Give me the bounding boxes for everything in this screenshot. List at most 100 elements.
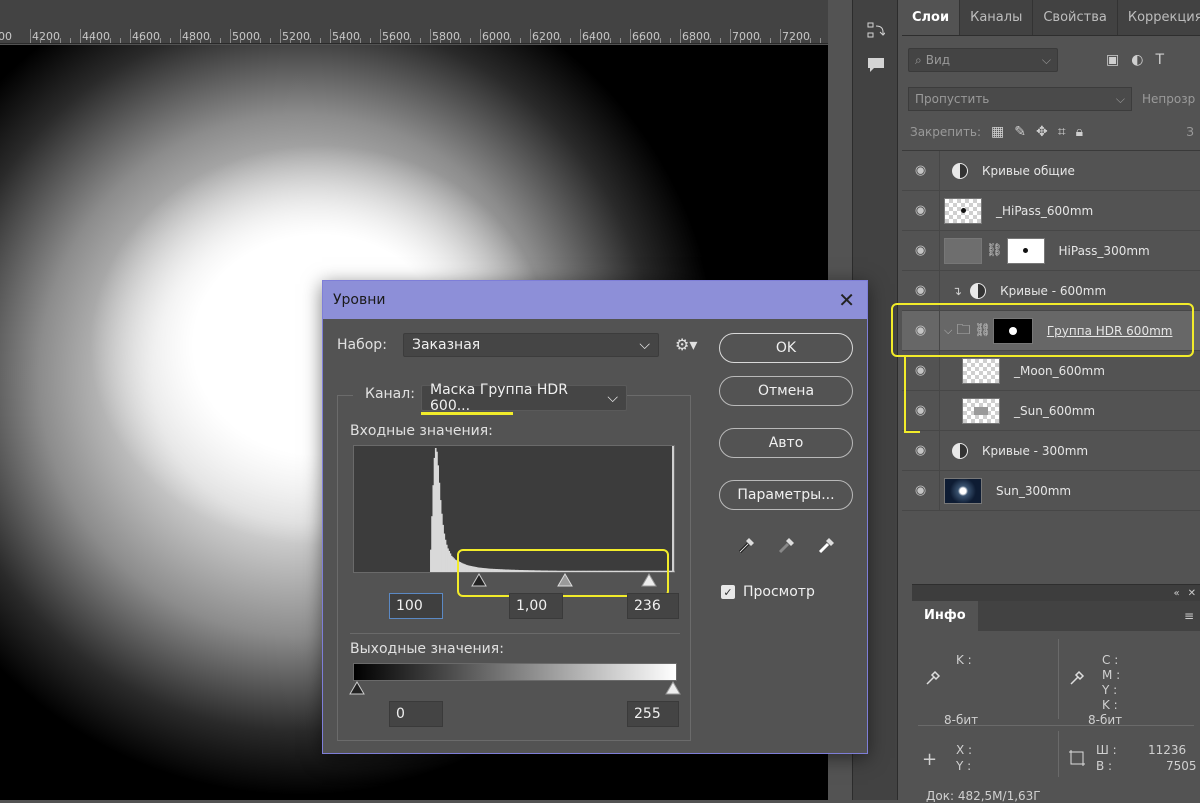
preview-toggle[interactable]: ✓ Просмотр (721, 584, 815, 600)
visibility-eye-icon[interactable]: ◉ (902, 150, 940, 191)
ruler-tick (780, 29, 781, 43)
gray-point-eyedropper-icon[interactable] (777, 535, 797, 555)
layer-row[interactable]: ◉ _HiPass_600mm (902, 190, 1200, 231)
lock-artboard-icon[interactable]: ⌗ (1058, 124, 1066, 140)
ruler-tick (280, 29, 281, 43)
output-white-slider[interactable] (665, 681, 681, 695)
ruler-minor-tick (670, 38, 671, 43)
group-mask-thumbnail[interactable] (992, 317, 1033, 344)
histogram-graph (430, 446, 675, 572)
channel-select[interactable]: Маска Группа HDR 600... ⌵ (421, 382, 627, 414)
layer-row[interactable]: ◉ ↴ Кривые - 600mm (902, 270, 1200, 311)
ruler-tick (130, 29, 131, 43)
ruler-tick-label: 6800 (682, 30, 710, 43)
options-button[interactable]: Параметры... (719, 480, 853, 510)
tab-properties[interactable]: Свойства (1033, 0, 1118, 35)
ruler-minor-tick (800, 38, 801, 43)
tab-adjustments[interactable]: Коррекция (1118, 0, 1200, 35)
lock-all-icon[interactable]: 🔒︎ (1076, 124, 1083, 140)
output-black-field[interactable]: 0 (389, 701, 443, 727)
preview-checkbox[interactable]: ✓ (721, 585, 735, 599)
collapse-icon[interactable]: « (1173, 588, 1179, 599)
cancel-button[interactable]: Отмена (719, 376, 853, 406)
link-chain-icon[interactable]: ⛓ (986, 243, 1003, 258)
layer-thumbnail (962, 397, 1000, 424)
ok-button[interactable]: OK (719, 333, 853, 363)
image-filter-icon[interactable]: ▣ (1106, 52, 1119, 68)
layer-row[interactable]: ◉ Кривые общие (902, 150, 1200, 191)
ruler-minor-tick (40, 38, 41, 43)
layer-filter-select[interactable]: ⌕ Вид ⌵ (908, 48, 1058, 72)
ruler-minor-tick (220, 38, 221, 43)
ruler-tick-label: 4400 (82, 30, 110, 43)
link-chain-icon[interactable]: ⛓ (974, 323, 991, 338)
chevron-down-icon[interactable]: ⌵ (944, 324, 952, 338)
history-icon[interactable] (853, 16, 899, 46)
lock-label: Закрепить: (910, 125, 982, 139)
ruler-minor-tick (270, 38, 271, 43)
input-white-slider[interactable] (641, 573, 657, 587)
ruler-minor-tick (590, 38, 591, 43)
ruler-tick-label: 4600 (132, 30, 160, 43)
black-point-eyedropper-icon[interactable] (737, 535, 757, 555)
layer-group-row[interactable]: ◉ ⌵ 🗀 ⛓ Группа HDR 600mm (902, 310, 1200, 351)
preset-select[interactable]: Заказная ⌵ (403, 333, 659, 357)
tab-layers[interactable]: Слои (902, 0, 961, 35)
input-black-slider[interactable] (471, 573, 487, 587)
blend-mode-select[interactable]: Пропустить ⌵ (908, 87, 1132, 111)
adjustment-filter-icon[interactable]: ◐ (1131, 52, 1143, 68)
visibility-eye-icon[interactable]: ◉ (902, 190, 940, 231)
ruler-minor-tick (600, 38, 601, 43)
comment-icon[interactable] (853, 50, 899, 80)
visibility-eye-icon[interactable]: ◉ (902, 270, 940, 311)
layer-row[interactable]: ◉ _Sun_600mm (902, 390, 1200, 431)
horizontal-ruler[interactable]: 00 4200 4400 4600 4800 5000 5200 5400 5600 5800 6… (0, 0, 828, 44)
document-size: Док: 482,5M/1,63Г (926, 789, 1041, 803)
visibility-eye-icon[interactable]: ◉ (902, 470, 940, 511)
input-white-field[interactable]: 236 (627, 593, 679, 619)
lock-transparent-icon[interactable]: ▦ (991, 124, 1004, 140)
layers-panel-tabs: Слои Каналы Свойства Коррекция (902, 0, 1200, 36)
white-point-eyedropper-icon[interactable] (817, 535, 837, 555)
ruler-minor-tick (400, 38, 401, 43)
ruler-minor-tick (340, 38, 341, 43)
auto-button[interactable]: Авто (719, 428, 853, 458)
input-gamma-slider[interactable] (557, 573, 573, 587)
lock-position-icon[interactable]: ✥ (1036, 124, 1048, 140)
layer-mask-thumbnail[interactable] (1006, 237, 1045, 264)
visibility-eye-icon[interactable]: ◉ (902, 350, 940, 391)
ruler-tick (530, 29, 531, 43)
visibility-eye-icon[interactable]: ◉ (902, 230, 940, 271)
preset-value: Заказная (412, 337, 481, 353)
type-filter-icon[interactable]: T (1155, 52, 1164, 68)
visibility-eye-icon[interactable]: ◉ (902, 390, 940, 431)
ruler-tick (730, 29, 731, 43)
tab-channels[interactable]: Каналы (960, 0, 1034, 35)
preset-options-gear-icon[interactable]: ⚙▾ (675, 335, 697, 354)
layer-row[interactable]: ◉ Кривые - 300mm (902, 430, 1200, 471)
ruler-partial-label: 00 (0, 30, 12, 43)
input-black-field[interactable]: 100 (389, 593, 443, 619)
divider (1058, 731, 1059, 777)
visibility-eye-icon[interactable]: ◉ (902, 310, 940, 351)
ruler-minor-tick (720, 38, 721, 43)
output-white-field[interactable]: 255 (627, 701, 679, 727)
ruler-tick (430, 29, 431, 43)
ruler-tick (80, 29, 81, 43)
close-icon[interactable]: ✕ (838, 288, 855, 312)
layer-row[interactable]: ◉ _Moon_600mm (902, 350, 1200, 391)
panel-menu-icon[interactable]: ≡ (1184, 609, 1194, 623)
blend-mode-value: Пропустить (915, 92, 990, 106)
close-icon[interactable]: ✕ (1188, 588, 1196, 599)
ruler-minor-tick (810, 38, 811, 43)
output-black-slider[interactable] (349, 681, 365, 695)
layer-row[interactable]: ◉ Sun_300mm (902, 470, 1200, 511)
tab-info[interactable]: Инфо (912, 601, 978, 631)
lock-paint-icon[interactable]: ✎ (1014, 124, 1026, 140)
ruler-minor-tick (190, 38, 191, 43)
visibility-eye-icon[interactable]: ◉ (902, 430, 940, 471)
layer-row[interactable]: ◉ ⛓ HiPass_300mm (902, 230, 1200, 271)
input-gamma-field[interactable]: 1,00 (509, 593, 563, 619)
dialog-titlebar[interactable]: Уровни ✕ (323, 281, 867, 319)
ruler-minor-tick (560, 38, 561, 43)
